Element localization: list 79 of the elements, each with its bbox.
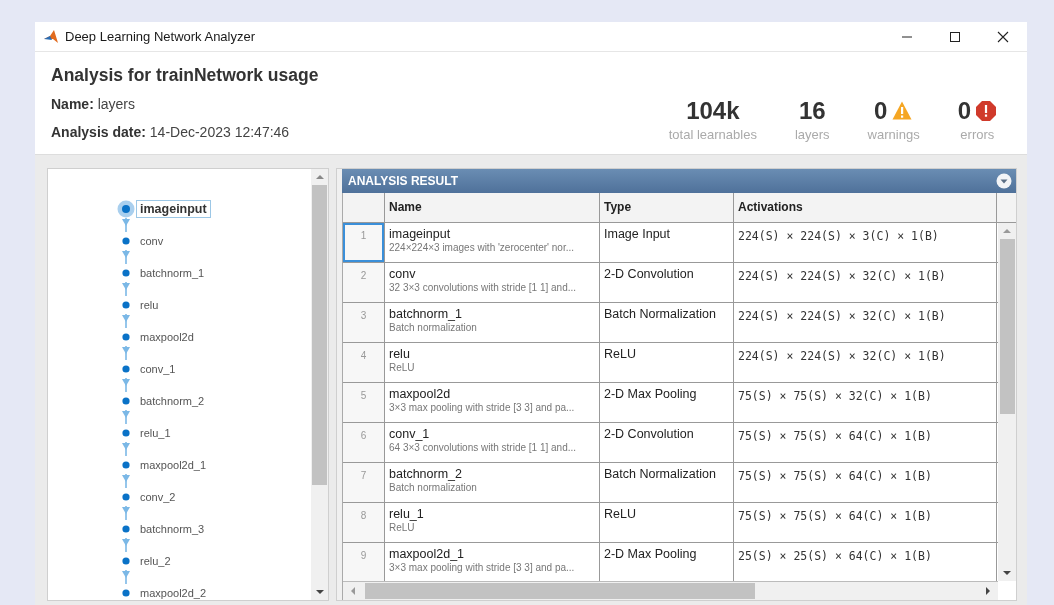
info-text: Analysis date: 14-Dec-2023 12:47:46 xyxy=(51,124,291,140)
info-text: Name: layers xyxy=(51,96,137,112)
layer-name: imageinput xyxy=(389,227,452,241)
table-cell: ReLU xyxy=(600,343,734,382)
table-cell: 2-D Convolution xyxy=(600,423,734,462)
node-label[interactable]: conv_1 xyxy=(136,361,180,377)
layer-description: ReLU xyxy=(389,362,416,373)
stat-label: warnings xyxy=(867,127,920,142)
node-label[interactable]: batchnorm_1 xyxy=(136,265,209,281)
layer-name: batchnorm_2 xyxy=(389,467,463,481)
analysis-title: Analysis for trainNetwork usage xyxy=(51,65,319,86)
layer-description: Batch normalization xyxy=(389,322,478,333)
window-title: Deep Learning Network Analyzer xyxy=(65,29,256,44)
column-header[interactable]: Type xyxy=(600,193,734,222)
scroll-left-icon[interactable] xyxy=(349,586,357,596)
node-label[interactable]: relu xyxy=(136,297,163,313)
table-cell: 75(S) × 75(S) × 64(C) × 1(B) xyxy=(734,503,997,542)
table-cell: 2-D Max Pooling xyxy=(600,383,734,422)
layer-description: 32 3×3 convolutions with stride [1 1] and... xyxy=(389,282,578,293)
scroll-down-icon[interactable] xyxy=(314,588,325,596)
table-cell: ReLU xyxy=(600,503,734,542)
node-dot-icon[interactable] xyxy=(117,200,135,218)
scroll-up-icon[interactable] xyxy=(314,173,325,181)
layer-name: maxpool2d_1 xyxy=(389,547,466,561)
layer-description: 224×224×3 images with 'zerocenter' nor... xyxy=(389,242,576,253)
table-cell: 75(S) × 75(S) × 64(C) × 1(B) xyxy=(734,463,997,502)
table-cell: 75(S) × 75(S) × 32(C) × 1(B) xyxy=(734,383,997,422)
node-label[interactable]: conv xyxy=(136,233,168,249)
section-title: ANALYSIS RESULT xyxy=(348,174,458,188)
warning-icon xyxy=(891,100,914,122)
node-label[interactable]: relu_2 xyxy=(136,553,175,569)
layer-description: Batch normalization xyxy=(389,482,478,493)
layer-name: relu xyxy=(389,347,411,361)
table-cell: Batch Normalization xyxy=(600,303,734,342)
stat-value: 16 xyxy=(798,97,826,125)
stat-value: 0 xyxy=(957,97,971,125)
table-cell: 75(S) × 75(S) × 64(C) × 1(B) xyxy=(734,423,997,462)
node-label[interactable]: batchnorm_3 xyxy=(136,521,209,537)
layer-name: relu_1 xyxy=(389,507,425,521)
scroll-down-icon[interactable] xyxy=(1002,569,1012,577)
layer-description: 3×3 max pooling with stride [3 3] and pa... xyxy=(389,562,576,573)
node-label[interactable]: maxpool2d xyxy=(136,329,198,345)
scroll-right-icon[interactable] xyxy=(984,586,992,596)
column-header[interactable]: Activations xyxy=(734,193,997,222)
table-cell: 224(S) × 224(S) × 3(C) × 1(B) xyxy=(734,223,997,262)
close-icon[interactable] xyxy=(997,30,1009,43)
layer-description: 64 3×3 convolutions with stride [1 1] and... xyxy=(389,442,578,453)
error-icon xyxy=(975,100,997,122)
scrollbar[interactable] xyxy=(343,581,998,600)
node-label[interactable]: batchnorm_2 xyxy=(136,393,209,409)
scrollbar[interactable] xyxy=(311,169,328,600)
layer-name: conv xyxy=(389,267,417,281)
table-cell: Batch Normalization xyxy=(600,463,734,502)
dropdown-button[interactable] xyxy=(996,173,1012,189)
table-cell: Image Input xyxy=(600,223,734,262)
layer-description: 3×3 max pooling with stride [3 3] and pa... xyxy=(389,402,576,413)
node-label[interactable]: relu_1 xyxy=(136,425,175,441)
maximize-icon[interactable] xyxy=(949,30,961,43)
table-cell: 224(S) × 224(S) × 32(C) × 1(B) xyxy=(734,263,997,302)
layer-name: maxpool2d xyxy=(389,387,452,401)
stat-label: layers xyxy=(794,127,830,142)
app-logo-icon xyxy=(43,28,59,45)
layer-description: ReLU xyxy=(389,522,416,533)
scroll-up-icon[interactable] xyxy=(1002,227,1012,235)
node-label[interactable]: conv_2 xyxy=(136,489,180,505)
table-cell: 2-D Convolution xyxy=(600,263,734,302)
stat-label: errors xyxy=(960,127,995,142)
layer-name: conv_1 xyxy=(389,427,431,441)
table-cell: 224(S) × 224(S) × 32(C) × 1(B) xyxy=(734,303,997,342)
table-cell: 224(S) × 224(S) × 32(C) × 1(B) xyxy=(734,343,997,382)
scrollbar[interactable] xyxy=(998,223,1016,581)
stat-value: 104k xyxy=(686,97,740,125)
stat-label: total learnables xyxy=(668,127,757,142)
node-label[interactable]: imageinput xyxy=(136,200,211,218)
node-label[interactable]: maxpool2d_1 xyxy=(136,457,211,473)
stat-value: 0 xyxy=(873,97,888,125)
node-label[interactable]: maxpool2d_2 xyxy=(136,585,211,600)
column-header[interactable]: Name xyxy=(385,193,600,222)
layer-name: batchnorm_1 xyxy=(389,307,463,321)
